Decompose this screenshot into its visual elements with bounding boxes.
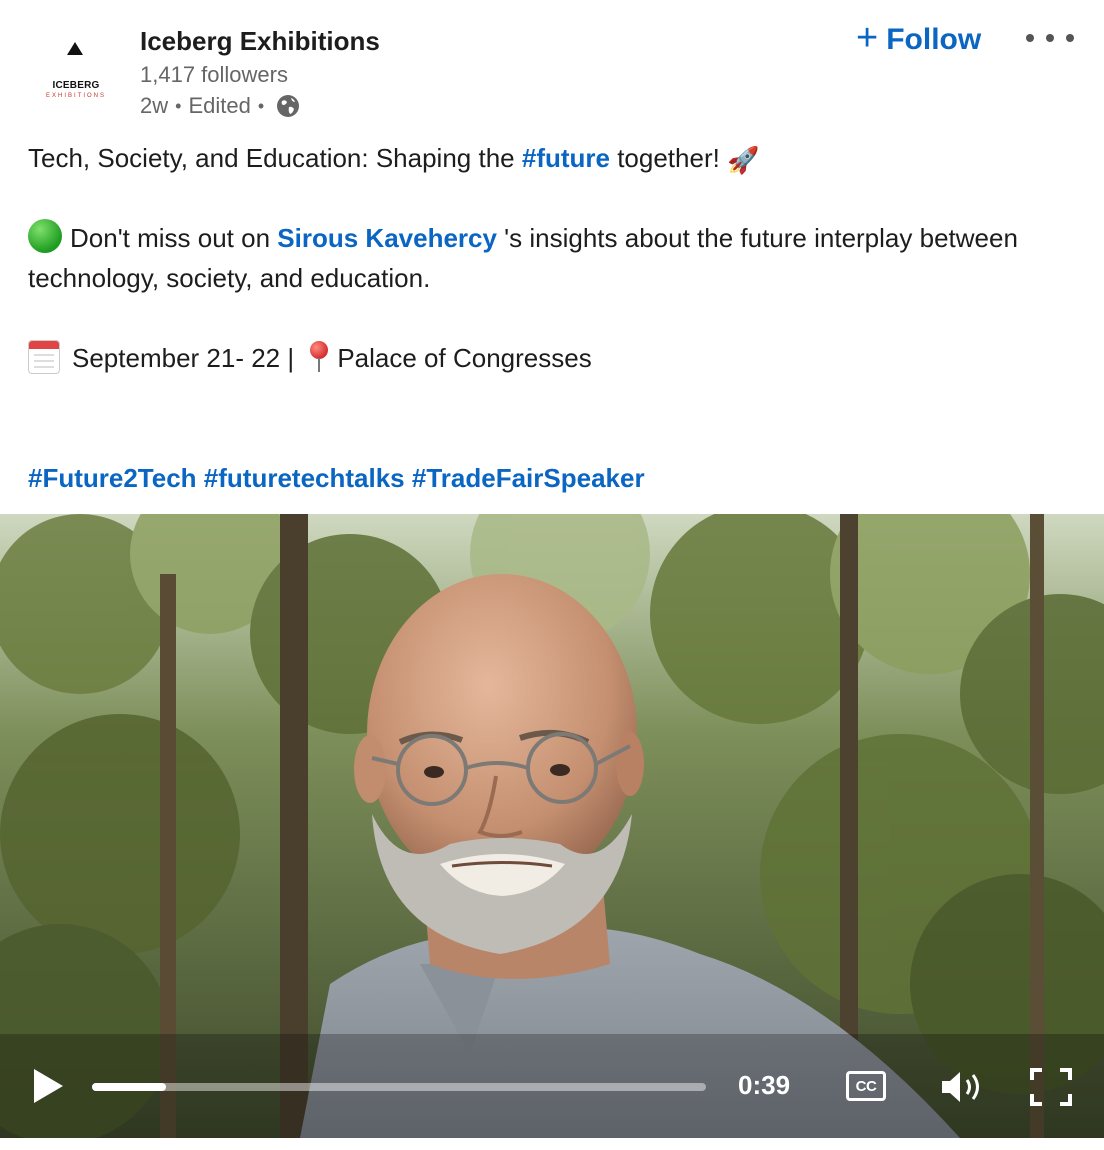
green-circle-icon: [28, 219, 62, 253]
follow-label: Follow: [886, 23, 982, 56]
calendar-icon: [28, 340, 60, 374]
more-horizontal-icon: [1026, 34, 1034, 42]
video-progress-fill: [92, 1083, 166, 1091]
separator-dot: •: [257, 95, 265, 116]
feed-post: ICEBERG EXHIBITIONS Iceberg Exhibitions …: [0, 0, 1104, 1150]
hashtag-list: #Future2Tech #futuretechtalks #TradeFair…: [28, 458, 1078, 498]
edited-label: Edited: [188, 93, 251, 118]
post-text-line-1: Tech, Society, and Education: Shaping th…: [28, 138, 1078, 180]
mention-link[interactable]: Sirous Kavehercy: [277, 223, 497, 253]
video-progress-bar[interactable]: [92, 1083, 706, 1091]
hashtag-future[interactable]: #future: [522, 143, 610, 173]
video-player[interactable]: [0, 514, 1104, 1138]
plus-icon: +: [856, 17, 879, 59]
author-name[interactable]: Iceberg Exhibitions: [140, 26, 380, 57]
video-frame: [0, 514, 1104, 1138]
follower-count: 1,417 followers: [140, 62, 288, 87]
video-controls: 0:39 CC: [0, 1046, 1104, 1126]
logo-triangle-icon: [67, 42, 83, 55]
post-age: 2w: [140, 93, 169, 118]
rocket-icon: 🚀: [727, 145, 760, 176]
volume-icon[interactable]: [940, 1068, 986, 1106]
more-options-button[interactable]: [1026, 22, 1074, 54]
follow-button[interactable]: + Follow: [856, 18, 981, 62]
post-meta: 2w • Edited •: [140, 93, 301, 119]
play-button[interactable]: [30, 1066, 66, 1106]
post-text-line-2: Don't miss out on Sirous Kavehercy 's in…: [28, 218, 1078, 298]
globe-icon: [277, 95, 300, 117]
pin-icon: [307, 339, 331, 373]
video-duration: 0:39: [738, 1070, 791, 1100]
hashtag-tradefairspeaker[interactable]: #TradeFairSpeaker: [412, 463, 645, 493]
separator-dot: •: [175, 95, 182, 116]
logo-wordmark: ICEBERG: [52, 80, 100, 91]
captions-button[interactable]: CC: [846, 1071, 886, 1101]
hashtag-futuretechtalks[interactable]: #futuretechtalks: [204, 463, 405, 493]
logo-subtitle: EXHIBITIONS: [45, 93, 106, 99]
company-logo[interactable]: ICEBERG EXHIBITIONS: [28, 22, 124, 118]
hashtag-future2tech[interactable]: #Future2Tech: [28, 463, 197, 493]
post-text-line-3: September 21- 22 | Palace of Congresses: [28, 338, 1078, 378]
fullscreen-icon[interactable]: [1030, 1068, 1072, 1106]
